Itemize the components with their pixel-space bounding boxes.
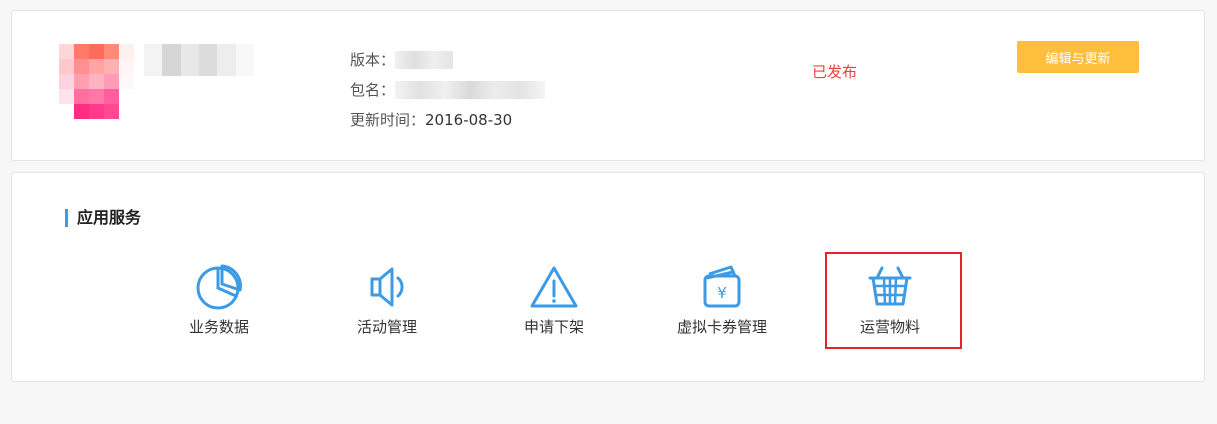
- status-badge: 已发布: [812, 63, 858, 81]
- services-card: 应用服务 业务数据 活动管理 申请下架 ¥ 虚拟卡券管理 运营物料: [11, 172, 1205, 382]
- service-business-data[interactable]: 业务数据: [144, 245, 294, 336]
- app-meta: 版本： 包名： 更新时间： 2016-08-30: [350, 45, 546, 135]
- service-request-delist[interactable]: 申请下架: [479, 245, 629, 336]
- updated-value: 2016-08-30: [425, 111, 513, 129]
- warning-triangle-icon: [530, 266, 578, 308]
- package-row: 包名：: [350, 75, 546, 105]
- highlight-frame: [825, 252, 962, 349]
- app-name-blurred: [144, 44, 254, 76]
- updated-row: 更新时间： 2016-08-30: [350, 105, 545, 135]
- speaker-icon: [370, 267, 404, 307]
- svg-text:¥: ¥: [717, 284, 727, 302]
- version-label: 版本：: [350, 51, 396, 69]
- app-info-card: 版本： 包名： 更新时间： 2016-08-30 已发布 编辑与更新: [11, 10, 1205, 161]
- package-value-blurred: [395, 81, 546, 99]
- pie-chart-icon: [196, 264, 242, 310]
- package-label: 包名：: [350, 81, 396, 99]
- section-title: 应用服务: [65, 209, 141, 227]
- app-icon: [59, 44, 134, 119]
- service-label: 虚拟卡券管理: [676, 318, 767, 336]
- service-label: 活动管理: [356, 318, 417, 336]
- version-value-blurred: [395, 51, 454, 69]
- service-virtual-coupon-management[interactable]: ¥ 虚拟卡券管理: [647, 245, 797, 336]
- services-list: 业务数据 活动管理 申请下架 ¥ 虚拟卡券管理 运营物料: [12, 245, 1204, 365]
- edit-update-button[interactable]: 编辑与更新: [1017, 41, 1139, 73]
- wallet-yen-icon: ¥: [703, 265, 741, 308]
- service-activity-management[interactable]: 活动管理: [312, 245, 462, 336]
- service-label: 业务数据: [188, 318, 249, 336]
- updated-label: 更新时间：: [350, 111, 426, 129]
- version-row: 版本：: [350, 45, 545, 75]
- service-label: 申请下架: [523, 318, 584, 336]
